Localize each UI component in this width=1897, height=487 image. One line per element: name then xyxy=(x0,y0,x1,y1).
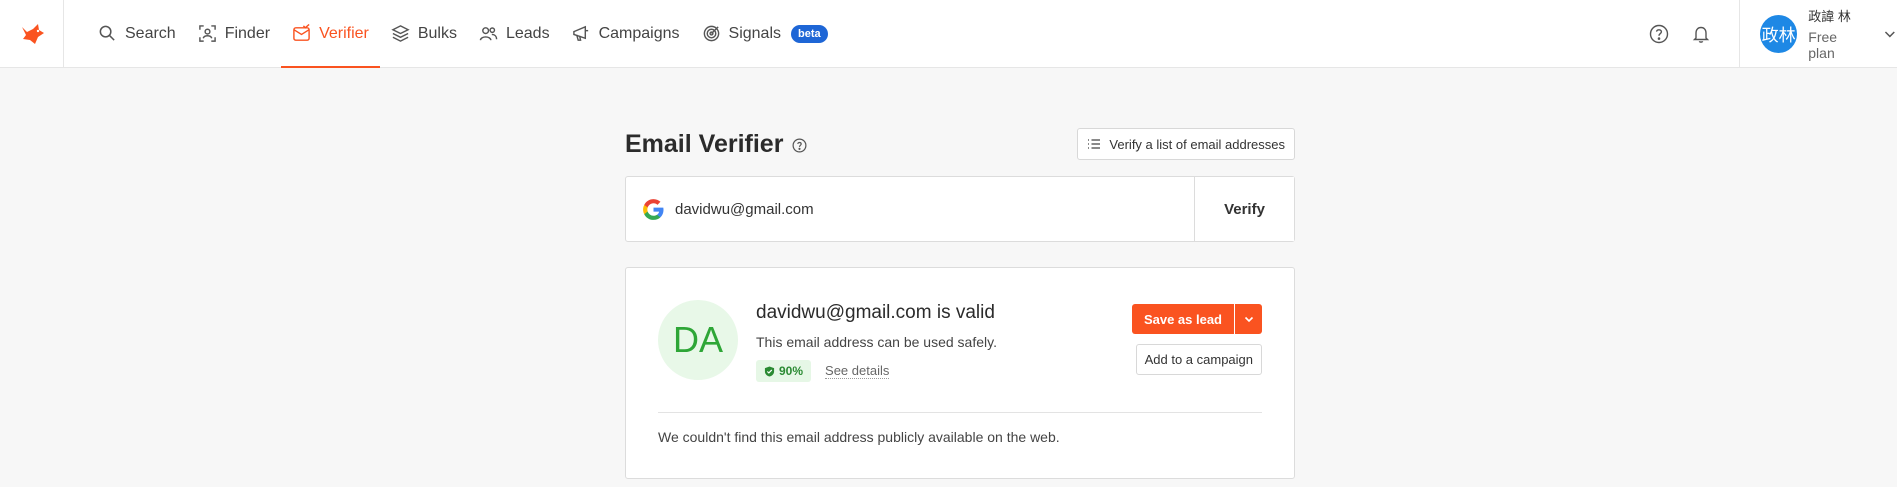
verifier-page: Email Verifier Verify a list of email ad… xyxy=(625,68,1295,479)
nav-right-group: 政林 政諱 林 Free plan xyxy=(1638,0,1897,67)
user-name: 政諱 林 xyxy=(1808,9,1851,24)
nav-item-signals[interactable]: Signals beta xyxy=(691,0,839,67)
result-top: DA davidwu@gmail.com is valid This email… xyxy=(658,300,1262,382)
result-headline: davidwu@gmail.com is valid xyxy=(756,302,995,323)
shield-check-icon xyxy=(764,365,775,377)
user-plan: Free plan xyxy=(1808,29,1838,61)
top-navigation-bar: Search Finder Verifier Bulks Leads Campa… xyxy=(0,0,1897,68)
email-input[interactable] xyxy=(675,200,1175,218)
leads-icon xyxy=(479,27,498,41)
verify-list-label: Verify a list of email addresses xyxy=(1109,136,1285,152)
result-actions: Save as lead Add to a campaign xyxy=(1131,300,1262,375)
nav-item-label: Bulks xyxy=(417,24,457,42)
campaigns-icon xyxy=(572,25,588,41)
nav-item-label: Signals xyxy=(728,24,781,42)
nav-item-label: Campaigns xyxy=(598,24,680,42)
list-icon xyxy=(1088,139,1101,149)
result-description: This email address can be used safely. xyxy=(756,334,997,350)
score-row: 90% See details xyxy=(756,360,1132,382)
help-button[interactable] xyxy=(1638,0,1680,67)
title-row: Email Verifier Verify a list of email ad… xyxy=(625,128,1295,160)
divider xyxy=(658,412,1262,413)
nav-item-search[interactable]: Search xyxy=(87,0,187,67)
app-logo[interactable] xyxy=(0,0,64,67)
bulks-icon xyxy=(391,25,410,42)
avatar: 政林 xyxy=(1760,14,1798,53)
help-circle-icon[interactable] xyxy=(792,138,807,153)
save-as-lead-button[interactable]: Save as lead xyxy=(1131,304,1234,334)
add-to-campaign-button[interactable]: Add to a campaign xyxy=(1135,344,1262,375)
main-nav: Search Finder Verifier Bulks Leads Campa… xyxy=(64,0,839,68)
nav-item-label: Leads xyxy=(505,24,550,42)
verification-result-card: DA davidwu@gmail.com is valid This email… xyxy=(625,267,1295,479)
verifier-icon xyxy=(293,24,310,41)
score-badge: 90% xyxy=(756,360,812,382)
score-value: 90% xyxy=(779,364,804,378)
finder-icon xyxy=(198,25,216,42)
nav-item-label: Finder xyxy=(224,24,271,42)
verify-button[interactable]: Verify xyxy=(1194,177,1294,241)
verify-form: Verify xyxy=(625,176,1295,242)
nav-item-leads[interactable]: Leads xyxy=(468,0,561,67)
email-input-wrap xyxy=(626,177,1194,241)
nav-item-label: Verifier xyxy=(319,24,369,42)
result-footnote: We couldn't find this email address publ… xyxy=(658,429,1060,445)
save-lead-dropdown-button[interactable] xyxy=(1235,304,1262,334)
save-lead-group: Save as lead xyxy=(1131,304,1262,334)
notifications-button[interactable] xyxy=(1680,0,1722,67)
fox-logo-icon xyxy=(21,23,44,44)
nav-item-finder[interactable]: Finder xyxy=(187,0,281,67)
page-title-text: Email Verifier xyxy=(625,129,784,158)
page-title: Email Verifier xyxy=(625,130,807,159)
chevron-down-icon xyxy=(1885,31,1896,37)
signals-icon xyxy=(703,25,719,42)
nav-item-bulks[interactable]: Bulks xyxy=(380,0,468,67)
see-details-link[interactable]: See details xyxy=(825,363,890,379)
help-circle-icon xyxy=(1649,24,1669,43)
search-icon xyxy=(99,25,115,41)
nav-item-verifier[interactable]: Verifier xyxy=(281,0,380,68)
email-initials-avatar: DA xyxy=(658,300,738,380)
chevron-down-icon xyxy=(1244,316,1253,323)
beta-badge: beta xyxy=(791,24,828,43)
verify-list-button[interactable]: Verify a list of email addresses xyxy=(1077,128,1295,160)
nav-item-campaigns[interactable]: Campaigns xyxy=(561,0,691,67)
user-menu[interactable]: 政林 政諱 林 Free plan xyxy=(1739,0,1897,67)
user-meta: 政諱 林 Free plan xyxy=(1808,6,1866,61)
google-icon xyxy=(643,198,664,220)
bell-icon xyxy=(1692,26,1710,43)
nav-item-label: Search xyxy=(125,24,176,42)
result-info: davidwu@gmail.com is valid This email ad… xyxy=(756,300,1132,382)
